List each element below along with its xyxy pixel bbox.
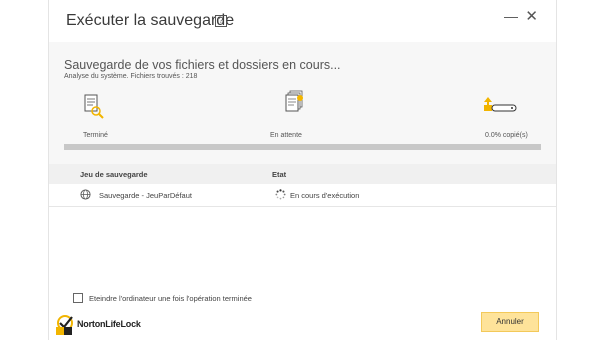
status-title: Sauvegarde de vos fichiers et dossiers e…	[64, 58, 341, 72]
backup-set-name: Sauvegarde - JeuParDéfaut	[99, 191, 192, 200]
minimize-button[interactable]: —	[504, 8, 518, 24]
backup-status: En cours d'exécution	[290, 191, 360, 200]
shutdown-option[interactable]: Eteindre l'ordinateur une fois l'opérati…	[73, 293, 252, 303]
cancel-button[interactable]: Annuler	[481, 312, 539, 332]
table-row[interactable]: Sauvegarde - JeuParDéfaut En cours d'exé…	[49, 184, 556, 207]
title-bar: Exécuter la sauvegarde ? — ✕	[49, 0, 556, 42]
status-subtitle: Analyse du système. Fichiers trouvés : 2…	[64, 73, 198, 80]
dialog-title: Exécuter la sauvegarde	[66, 12, 235, 29]
document-magnifier-icon	[84, 94, 104, 119]
column-header-status: Etat	[272, 170, 287, 179]
shutdown-checkbox[interactable]	[73, 293, 83, 303]
step-label-complete: Terminé	[83, 132, 108, 139]
column-header-backup-set: Jeu de sauvegarde	[80, 170, 148, 179]
norton-logo: NortonLifeLock	[55, 314, 145, 336]
logo-text: NortonLifeLock	[77, 319, 141, 329]
table-header: Jeu de sauvegarde Etat	[49, 164, 556, 184]
upload-drive-icon	[484, 97, 517, 112]
backup-dialog: Exécuter la sauvegarde ? — ✕ Sauvegarde …	[48, 0, 557, 340]
step-label-copied: 0.0% copié(s)	[485, 132, 528, 139]
progress-bar	[64, 144, 541, 150]
help-icon[interactable]: ?	[215, 15, 227, 27]
close-button[interactable]: ✕	[525, 7, 538, 25]
document-stack-icon	[285, 90, 303, 112]
spinner-icon	[275, 189, 286, 200]
status-panel: Sauvegarde de vos fichiers et dossiers e…	[49, 42, 556, 164]
norton-checkmark-icon	[56, 315, 73, 335]
step-label-pending: En attente	[270, 132, 302, 139]
globe-icon	[80, 189, 91, 200]
shutdown-label: Eteindre l'ordinateur une fois l'opérati…	[89, 293, 252, 303]
